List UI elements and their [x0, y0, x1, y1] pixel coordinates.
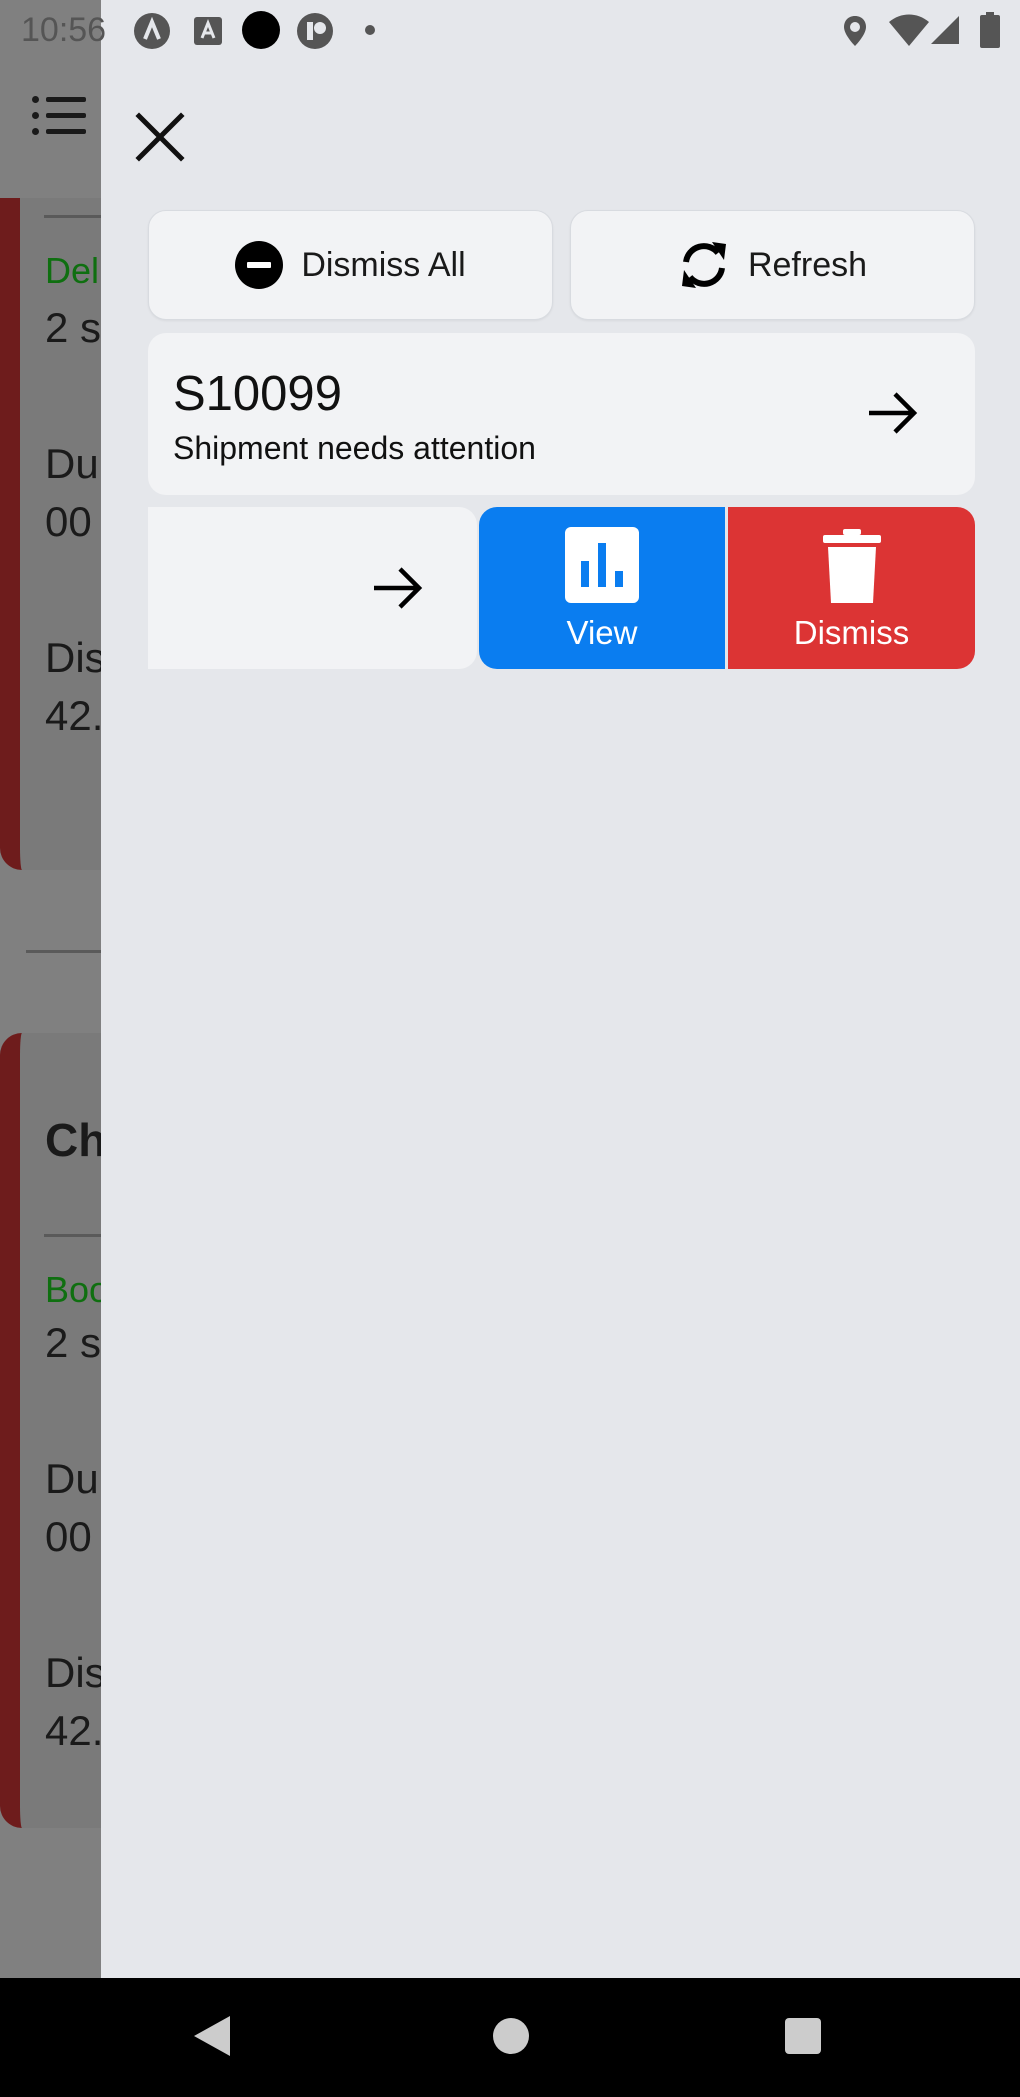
dismiss-all-label: Dismiss All — [301, 245, 466, 284]
view-label: View — [566, 614, 638, 651]
bg-distance-value: 42. — [45, 692, 101, 739]
home-icon[interactable] — [493, 2018, 529, 2054]
dismiss-label: Dismiss — [793, 614, 910, 651]
bg-duration-value: 00 — [45, 498, 92, 545]
navigation-bar — [0, 1978, 1020, 2097]
record-notification-icon — [242, 11, 280, 49]
background-shipment-card: Deli 2 s Dur 00 Dis 42. — [0, 198, 101, 870]
notification-title: S10099 — [173, 367, 342, 421]
recent-apps-icon[interactable] — [785, 2018, 821, 2054]
bg-distance-value: 42. — [45, 1707, 101, 1754]
background-shipment-card: Ch Boo 2 s Dur 00 Dis 42. — [0, 1033, 101, 1828]
cell-signal-icon — [931, 16, 959, 44]
notification-drawer: Dismiss All Refresh S10099 Shipment need… — [101, 0, 1020, 1978]
arrow-right-icon[interactable] — [371, 563, 425, 613]
status-bar: 10:56 — [0, 0, 1020, 60]
minus-circle-icon — [235, 241, 284, 289]
text-notification-icon — [194, 17, 222, 45]
back-icon[interactable] — [192, 2014, 232, 2058]
bg-line: 2 s — [45, 1319, 101, 1366]
notification-card-swiped[interactable] — [148, 507, 477, 669]
bg-duration-value: 00 — [45, 1513, 92, 1560]
refresh-icon — [681, 242, 726, 288]
arrow-right-icon[interactable] — [866, 388, 920, 438]
location-icon — [844, 16, 866, 46]
bg-status-label: Deli — [45, 250, 101, 291]
close-icon[interactable] — [131, 108, 189, 166]
bg-status-label: Boo — [45, 1269, 101, 1310]
wifi-icon — [889, 14, 929, 46]
dismiss-all-button[interactable]: Dismiss All — [148, 210, 553, 320]
bar-chart-icon — [565, 527, 639, 603]
app-notification-icon — [297, 13, 333, 49]
notification-subtitle: Shipment needs attention — [173, 430, 536, 466]
swiped-notification-row: View Dismiss — [148, 507, 975, 669]
bg-duration-label: Dur — [45, 440, 101, 487]
view-action-button[interactable]: View — [479, 507, 725, 669]
bg-distance-label: Dis — [45, 634, 101, 681]
trash-icon — [822, 529, 881, 603]
bg-card-title: Ch — [45, 1114, 101, 1166]
bg-duration-label: Dur — [45, 1455, 101, 1502]
notification-card[interactable]: S10099 Shipment needs attention — [148, 333, 975, 495]
status-time: 10:56 — [21, 11, 107, 49]
bg-distance-label: Dis — [45, 1649, 101, 1696]
refresh-button[interactable]: Refresh — [570, 210, 975, 320]
dismiss-action-button[interactable]: Dismiss — [728, 507, 975, 669]
app-notification-icon — [134, 13, 170, 49]
menu-list-icon — [32, 92, 86, 138]
bg-line: 2 s — [45, 304, 101, 351]
battery-icon — [980, 12, 1000, 48]
refresh-label: Refresh — [747, 245, 868, 284]
more-notifications-dot-icon — [365, 25, 375, 35]
bg-divider — [26, 950, 106, 953]
